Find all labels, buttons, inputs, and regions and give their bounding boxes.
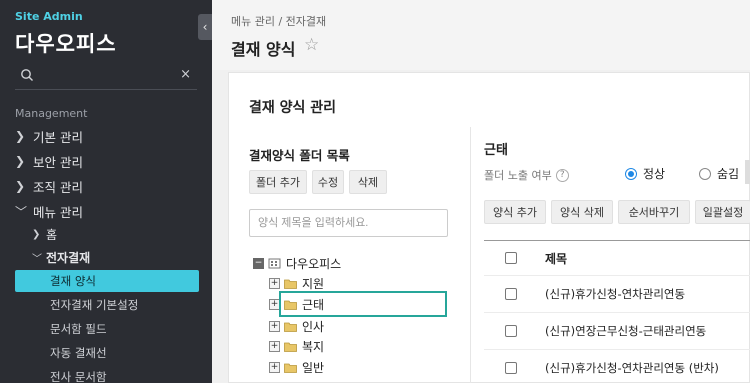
- tree-node-general[interactable]: + 일반: [269, 357, 324, 377]
- form-title[interactable]: (신규)휴가신청-연차관리연동: [545, 286, 685, 302]
- folder-title: 근태: [484, 143, 508, 158]
- bulk-settings-button[interactable]: 일괄설정: [695, 200, 750, 224]
- radio-checked-icon[interactable]: [625, 167, 637, 180]
- sidebar-search: ×: [15, 64, 197, 90]
- chevron-right-icon: ❯: [15, 129, 26, 143]
- radio-unchecked-icon[interactable]: [699, 167, 711, 180]
- brand-name[interactable]: 다우오피스: [15, 28, 117, 58]
- breadcrumb: 메뉴 관리 / 전자결재: [231, 15, 327, 28]
- tree-label: 다우오피스: [286, 256, 342, 271]
- leaf-approval-forms[interactable]: 결재 양식: [15, 270, 199, 292]
- table-row[interactable]: (신규)휴가신청-연차관리연동: [484, 276, 750, 313]
- expand-node-icon[interactable]: +: [269, 361, 280, 373]
- collapse-node-icon[interactable]: −: [253, 257, 264, 269]
- menu-security[interactable]: ❯ 보안 관리: [15, 150, 83, 172]
- column-title-header: 제목: [545, 251, 568, 266]
- table-header-row: 제목: [484, 240, 750, 276]
- chevron-right-icon: ❯: [15, 154, 26, 168]
- folder-detail-panel: 근태 폴더 노출 여부 ? 정상 숨김 양식 추가 양식 삭제 순서바꾸기 일괄…: [472, 127, 750, 383]
- leaf-company-docbox[interactable]: 전사 문서함: [15, 366, 199, 383]
- reorder-forms-button[interactable]: 순서바꾸기: [618, 200, 690, 224]
- site-admin-label: Site Admin: [15, 10, 83, 23]
- menu-menu-management[interactable]: ﹀ 메뉴 관리: [15, 200, 83, 222]
- folder-icon: [284, 322, 297, 332]
- selected-node-highlight: [279, 291, 447, 317]
- radio-visible[interactable]: 정상: [625, 165, 665, 182]
- menu-section-label: Management: [15, 107, 88, 120]
- submenu-label: 홈: [46, 227, 58, 242]
- chevron-right-icon: ❯: [15, 179, 26, 193]
- menu-label: 메뉴 관리: [33, 204, 83, 220]
- leaf-approval-settings[interactable]: 전자결재 기본설정: [15, 294, 199, 316]
- panel-edge: [745, 160, 750, 184]
- expand-node-icon[interactable]: +: [269, 320, 280, 332]
- row-checkbox[interactable]: [505, 288, 517, 300]
- search-icon: [21, 69, 33, 81]
- folder-icon: [284, 279, 297, 289]
- submenu-approval[interactable]: ﹀ 전자결재: [32, 247, 90, 267]
- table-row[interactable]: (신규)휴가신청-연차관리연동 (반차): [484, 350, 750, 383]
- folder-icon: [284, 342, 297, 352]
- org-icon: [268, 258, 281, 268]
- sidebar-collapse-button[interactable]: ‹: [198, 14, 212, 40]
- edit-folder-button[interactable]: 수정: [312, 170, 344, 194]
- radio-label: 숨김: [717, 167, 740, 181]
- leaf-auto-approval-line[interactable]: 자동 결재선: [15, 342, 199, 364]
- tree-label: 복지: [302, 339, 325, 354]
- expand-node-icon[interactable]: +: [269, 340, 280, 352]
- radio-hidden[interactable]: 숨김: [699, 165, 739, 182]
- menu-label: 기본 관리: [33, 129, 83, 145]
- radio-label: 정상: [643, 167, 666, 181]
- help-icon[interactable]: ?: [555, 168, 569, 182]
- chevron-down-icon: ﹀: [32, 253, 42, 265]
- submenu-home[interactable]: ❯ 홈: [32, 224, 57, 244]
- sidebar-search-input[interactable]: [39, 67, 179, 85]
- table-row[interactable]: (신규)연장근무신청-근태관리연동: [484, 313, 750, 350]
- visibility-label-text: 폴더 노출 여부: [484, 169, 552, 182]
- delete-form-button[interactable]: 양식 삭제: [551, 200, 613, 224]
- tree-node-support[interactable]: + 지원: [269, 273, 324, 293]
- tree-label: 일반: [302, 360, 325, 375]
- form-title[interactable]: (신규)연장근무신청-근태관리연동: [545, 323, 706, 339]
- tree-label: 지원: [302, 276, 325, 291]
- chevron-down-icon: ﹀: [15, 204, 28, 219]
- expand-node-icon[interactable]: +: [269, 277, 280, 289]
- sidebar: Site Admin 다우오피스 ‹ × Management ❯ 기본 관리 …: [0, 0, 212, 383]
- row-checkbox[interactable]: [505, 325, 517, 337]
- select-all-checkbox[interactable]: [505, 252, 517, 264]
- form-title[interactable]: (신규)휴가신청-연차관리연동 (반차): [545, 360, 719, 376]
- submenu-label: 전자결재: [46, 250, 91, 265]
- tree-label: 인사: [302, 319, 325, 334]
- tree-node-root[interactable]: − 다우오피스: [253, 253, 341, 273]
- delete-folder-button[interactable]: 삭제: [349, 170, 387, 194]
- form-search-box: [249, 209, 448, 237]
- row-checkbox[interactable]: [505, 362, 517, 374]
- menu-label: 조직 관리: [33, 179, 83, 195]
- form-search-input[interactable]: [250, 210, 447, 236]
- folder-list-panel: 결재양식 폴더 목록 폴더 추가 수정 삭제 − 다우오피스 + 지원 +: [229, 127, 471, 383]
- tree-node-welfare[interactable]: + 복지: [269, 336, 324, 356]
- page-header: 메뉴 관리 / 전자결재 결재 양식 ☆: [212, 0, 750, 70]
- add-folder-button[interactable]: 폴더 추가: [249, 170, 307, 194]
- tree-node-hr[interactable]: + 인사: [269, 316, 324, 336]
- menu-basic-settings[interactable]: ❯ 기본 관리: [15, 125, 83, 147]
- folder-icon: [284, 363, 297, 373]
- add-form-button[interactable]: 양식 추가: [484, 200, 546, 224]
- chevron-right-icon: ❯: [32, 228, 41, 240]
- page-title: 결재 양식: [231, 40, 296, 59]
- leaf-doc-fields[interactable]: 문서함 필드: [15, 318, 199, 340]
- menu-organization[interactable]: ❯ 조직 관리: [15, 175, 83, 197]
- folder-list-title: 결재양식 폴더 목록: [249, 148, 350, 163]
- menu-label: 보안 관리: [33, 154, 83, 170]
- clear-search-icon[interactable]: ×: [180, 67, 191, 82]
- folder-visibility-label: 폴더 노출 여부 ?: [484, 167, 569, 183]
- favorite-star-icon[interactable]: ☆: [304, 35, 319, 55]
- form-management-card: 결재 양식 관리 결재양식 폴더 목록 폴더 추가 수정 삭제 − 다우오피스 …: [228, 72, 750, 383]
- card-title: 결재 양식 관리: [249, 100, 337, 116]
